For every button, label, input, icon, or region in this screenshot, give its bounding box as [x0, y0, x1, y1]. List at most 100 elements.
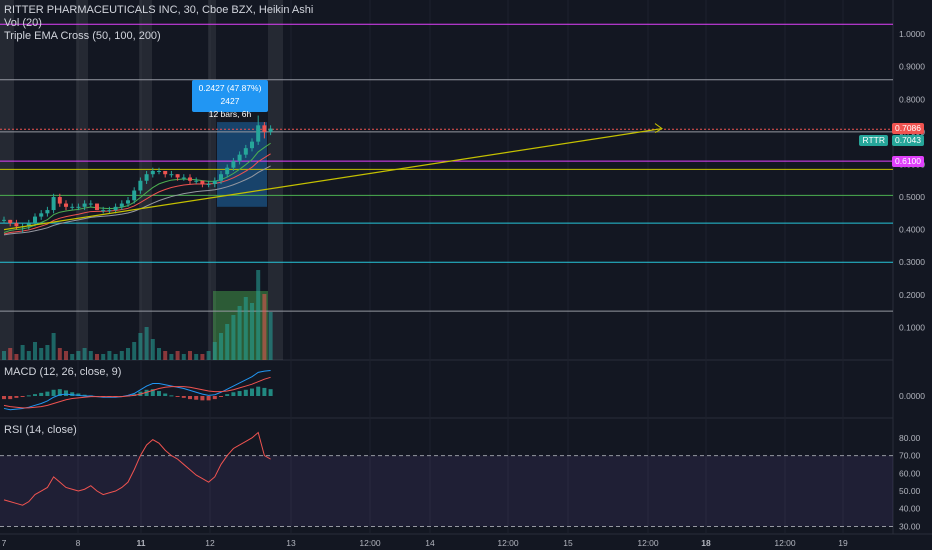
macd-histogram-bar: [200, 396, 205, 401]
volume-bar: [95, 354, 99, 360]
time-tick-label: 12:00: [359, 538, 381, 548]
macd-histogram-bar: [194, 396, 199, 400]
macd-histogram-bar: [8, 396, 13, 400]
candle-body: [157, 170, 161, 172]
ticker-badge: RTTR: [859, 135, 888, 146]
rsi-label[interactable]: RSI (14, close): [4, 424, 77, 436]
macd-histogram-bar: [14, 396, 19, 398]
rsi-tick-label: 60.00: [899, 468, 921, 478]
volume-bar: [76, 351, 81, 360]
price-badge-teal: 0.7043: [892, 135, 924, 146]
volume-bar: [126, 348, 130, 360]
trend-arrow: [654, 123, 663, 134]
macd-histogram-bar: [212, 396, 217, 400]
volume-bar: [225, 324, 230, 360]
volume-bar: [88, 351, 93, 360]
price-badge-magenta: 0.6100: [892, 156, 924, 167]
candle-body: [250, 141, 254, 149]
legend-title: RITTER PHARMACEUTICALS INC, 30, Cboe BZX…: [4, 4, 314, 16]
volume-bar: [101, 354, 106, 360]
candle-body: [70, 206, 75, 208]
time-tick-label: 7: [2, 538, 7, 548]
volume-bar: [39, 348, 44, 360]
candle-body: [206, 184, 211, 185]
macd-histogram-bar: [250, 388, 254, 396]
rsi-tick-label: 40.00: [899, 504, 921, 514]
candle-body: [175, 174, 180, 178]
candle-body: [51, 197, 56, 211]
macd-histogram-bar: [157, 391, 161, 396]
volume-bar: [132, 342, 137, 360]
time-tick-label: 12:00: [774, 538, 796, 548]
candle-body: [14, 223, 19, 227]
macd-histogram-bar: [26, 395, 31, 397]
candle-body: [150, 170, 155, 175]
candle-body: [45, 210, 50, 214]
volume-bar: [51, 333, 56, 360]
rsi-tick-label: 80.00: [899, 433, 921, 443]
candle-body: [231, 161, 236, 168]
volume-bar: [231, 315, 236, 360]
macd-histogram-bar: [33, 394, 37, 396]
candle-body: [256, 125, 261, 142]
volume-bar: [157, 348, 161, 360]
volume-bar: [57, 348, 62, 360]
macd-histogram-bar: [237, 391, 242, 396]
price-tick-label: 0.8000: [899, 94, 925, 104]
volume-bar: [262, 294, 267, 360]
time-tick-label: 15: [563, 538, 573, 548]
candle-body: [95, 203, 99, 211]
macd-histogram-bar: [2, 396, 6, 400]
price-tick-label: 0.2000: [899, 290, 925, 300]
price-badge-red: 0.7086: [892, 123, 924, 134]
macd-histogram-bar: [39, 392, 44, 396]
volume-bar: [14, 354, 19, 360]
time-tick-label: 13: [286, 538, 296, 548]
session-highlight: [76, 0, 88, 360]
price-tick-label: 1.0000: [899, 29, 925, 39]
time-tick-label: 14: [425, 538, 435, 548]
volume-bar: [256, 270, 261, 360]
rsi-tick-label: 50.00: [899, 486, 921, 496]
time-tick-label: 8: [76, 538, 81, 548]
legend-volume[interactable]: Vol (20): [4, 17, 313, 30]
macd-histogram-bar: [163, 393, 168, 396]
volume-bar: [150, 339, 155, 360]
time-tick-label: 12: [205, 538, 215, 548]
candle-body: [138, 180, 143, 191]
price-tick-label: 0.9000: [899, 62, 925, 72]
volume-bar: [268, 312, 273, 360]
volume-bar: [219, 333, 223, 360]
chart-canvas[interactable]: 1.00000.90000.80000.70000.60000.50000.40…: [0, 0, 932, 550]
macd-histogram-bar: [225, 394, 230, 396]
candle-body: [163, 170, 168, 175]
macd-tick-label: 0.0000: [899, 391, 925, 401]
candle-body: [225, 167, 230, 175]
volume-bar: [188, 351, 192, 360]
macd-histogram-bar: [231, 392, 236, 396]
time-tick-label: 12:00: [497, 538, 519, 548]
candle-body: [113, 206, 118, 211]
candle-body: [8, 219, 13, 224]
macd-histogram-bar: [188, 396, 192, 400]
volume-bar: [175, 351, 180, 360]
macd-label[interactable]: MACD (12, 26, close, 9): [4, 366, 121, 378]
candle-body: [181, 177, 186, 179]
price-tick-label: 0.4000: [899, 225, 925, 235]
macd-histogram-bar: [51, 389, 56, 396]
candle-body: [188, 177, 192, 181]
candle-body: [119, 203, 124, 207]
time-tick-label: 18: [701, 538, 711, 548]
macd-histogram-bar: [206, 396, 211, 401]
trend-line: [3, 127, 663, 231]
candle-body: [243, 148, 248, 155]
volume-bar: [82, 348, 87, 360]
session-highlight: [0, 0, 14, 360]
volume-bar: [113, 354, 118, 360]
volume-bar: [138, 333, 143, 360]
volume-bar: [70, 354, 75, 360]
macd-histogram-bar: [64, 390, 68, 396]
volume-bar: [163, 351, 168, 360]
legend-ema[interactable]: Triple EMA Cross (50, 100, 200): [4, 30, 313, 43]
volume-bar: [243, 297, 248, 360]
